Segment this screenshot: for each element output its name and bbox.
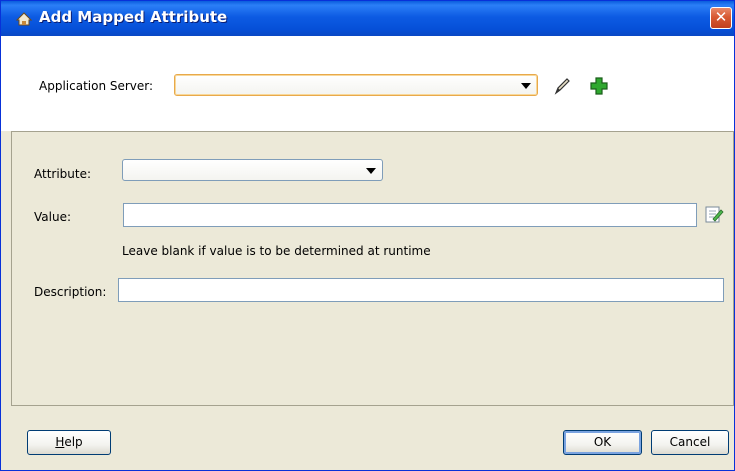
help-button[interactable]: Help — [27, 430, 111, 455]
attribute-panel: Attribute: Value: Leave blank if value i… — [11, 131, 734, 406]
description-input[interactable] — [118, 278, 724, 302]
app-server-row: Application Server: — [1, 36, 734, 131]
attribute-select[interactable] — [122, 159, 383, 181]
app-server-select[interactable] — [174, 74, 538, 96]
help-label: elp — [64, 435, 83, 449]
app-icon — [15, 12, 33, 26]
title-bar[interactable]: Add Mapped Attribute ✕ — [1, 1, 734, 36]
ok-label: OK — [593, 435, 612, 449]
window-title: Add Mapped Attribute — [39, 8, 228, 26]
chevron-down-icon — [366, 168, 376, 174]
value-input[interactable] — [123, 203, 697, 227]
ok-button[interactable]: OK — [563, 430, 642, 455]
close-icon: ✕ — [714, 8, 728, 26]
attribute-label: Attribute: — [34, 167, 92, 181]
cancel-button[interactable]: Cancel — [651, 430, 729, 455]
close-button[interactable]: ✕ — [710, 7, 732, 29]
add-mapped-attribute-dialog: Add Mapped Attribute ✕ Application Serve… — [0, 0, 735, 471]
value-label: Value: — [34, 210, 71, 224]
description-label: Description: — [34, 285, 107, 299]
value-hint: Leave blank if value is to be determined… — [122, 244, 431, 258]
pencil-icon[interactable] — [552, 76, 572, 96]
cancel-label: Cancel — [669, 435, 711, 449]
app-server-label: Application Server: — [39, 79, 154, 93]
edit-note-icon[interactable] — [704, 204, 724, 224]
plus-icon[interactable] — [589, 76, 609, 96]
help-mnemonic: H — [55, 435, 65, 449]
chevron-down-icon — [521, 83, 531, 89]
